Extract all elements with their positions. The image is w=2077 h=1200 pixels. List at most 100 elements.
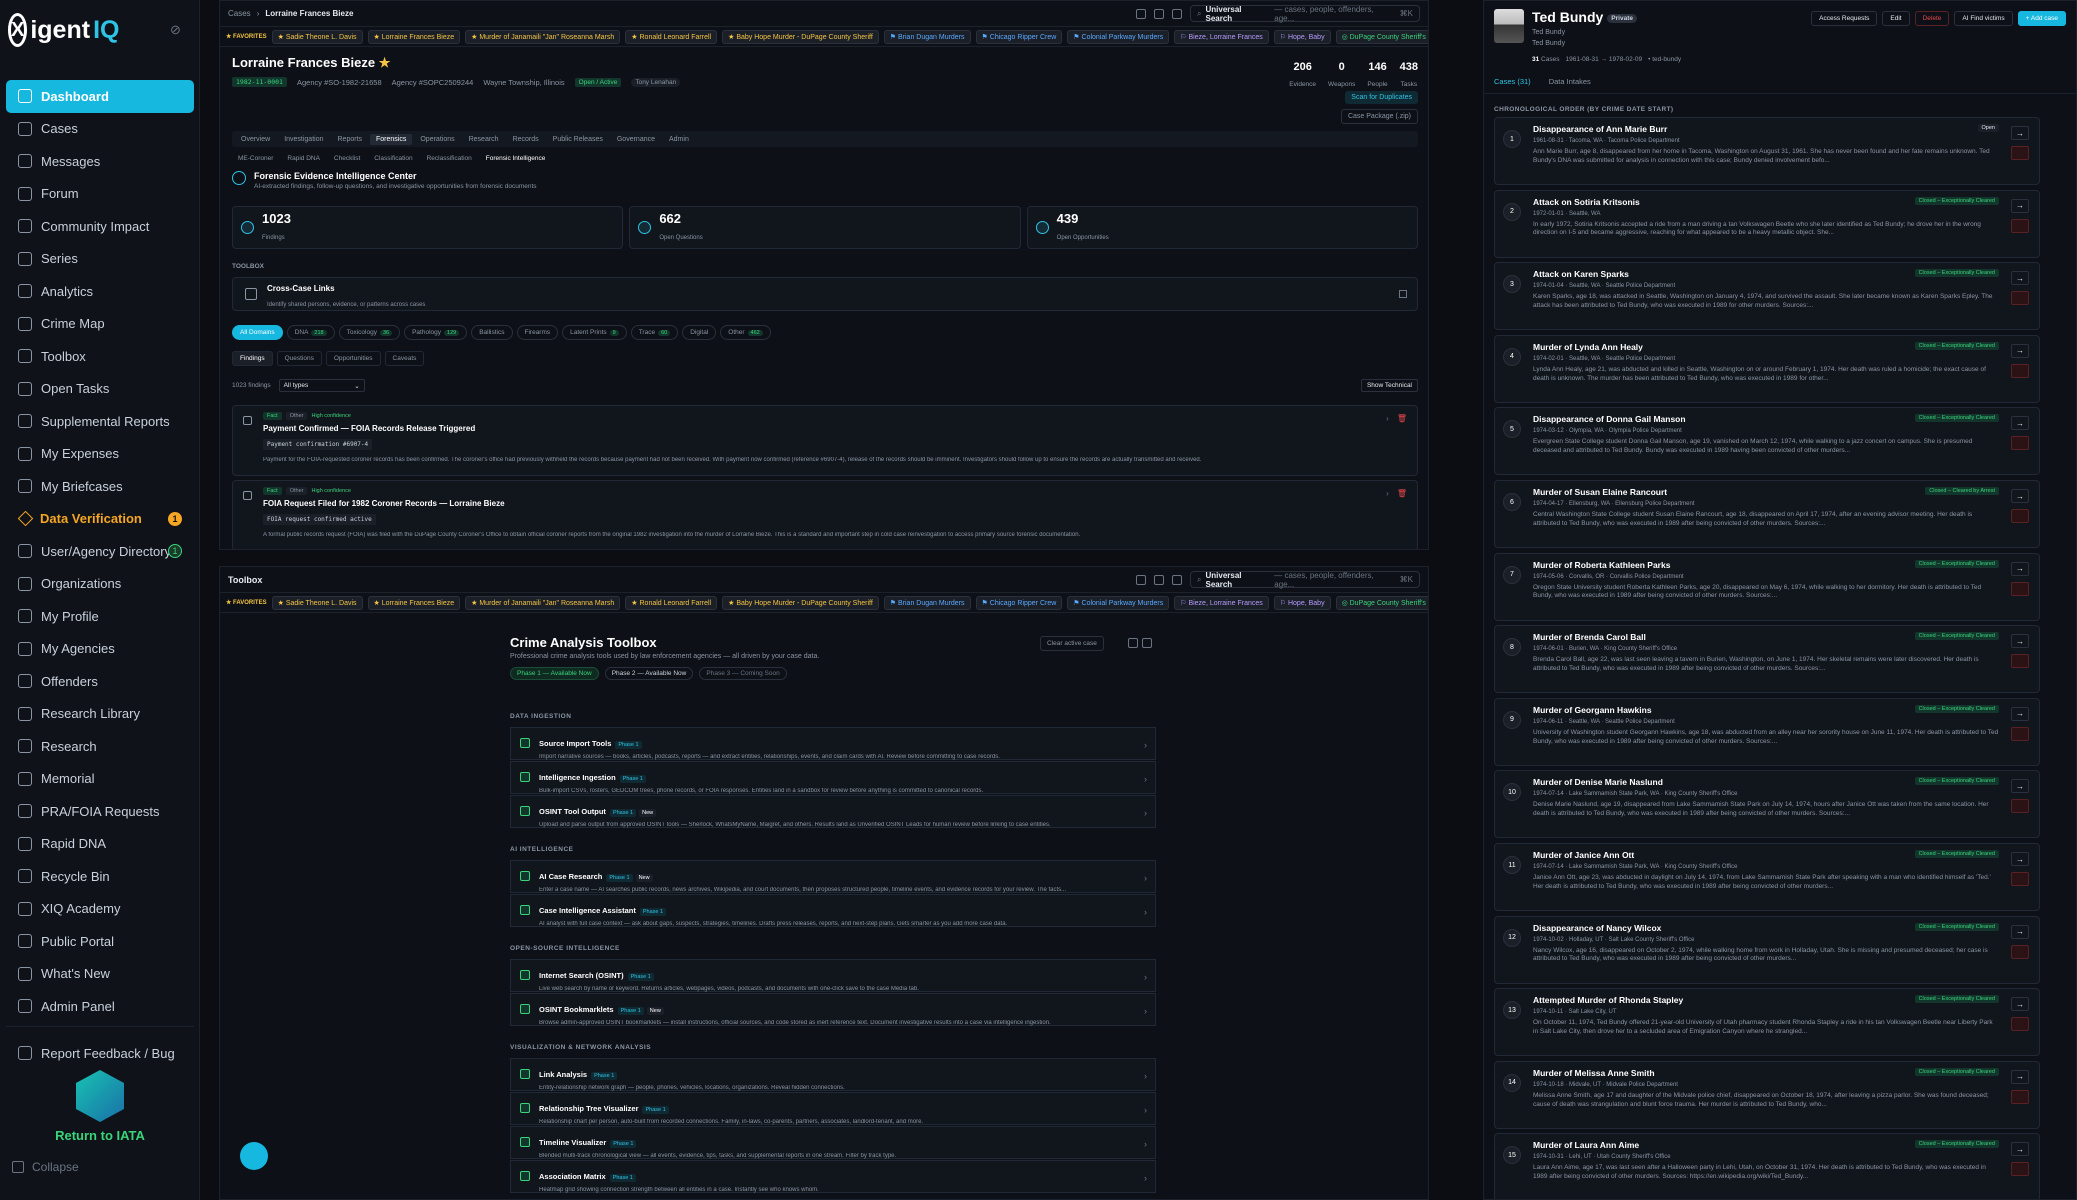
- collapse-button[interactable]: Collapse: [12, 1160, 79, 1174]
- favorite-chip[interactable]: ◎ DuPage County Sheriff's Office: [1335, 595, 1428, 610]
- subtab-me-coroner[interactable]: ME-Coroner: [232, 153, 279, 164]
- sidebar-item-what-s-new[interactable]: What's New: [6, 958, 194, 991]
- sidebar-item-my-agencies[interactable]: My Agencies: [6, 633, 194, 666]
- incident-card[interactable]: 9 Murder of Georgann Hawkins 1974-06-11 · …: [1494, 697, 2040, 766]
- tool-relationship-tree-visualizer[interactable]: Relationship Tree Visualizer Phase 1 Relat…: [510, 1092, 1156, 1125]
- tool-source-import-tools[interactable]: Source Import Tools Phase 1 Import narrati…: [510, 727, 1156, 760]
- favorite-chip[interactable]: ★ Murder of Janamaili "Jan" Roseanna Mar…: [465, 595, 621, 610]
- sidebar-item-my-expenses[interactable]: My Expenses: [6, 438, 194, 471]
- domain-filter-firearms[interactable]: Firearms: [516, 325, 559, 340]
- action-add-case-button[interactable]: + Add case: [2017, 11, 2066, 26]
- sidebar-item-analytics[interactable]: Analytics: [6, 275, 194, 308]
- domain-filter-dna[interactable]: DNA 218: [286, 325, 335, 340]
- phase-filter-1[interactable]: Phase 1 — Available Now: [510, 667, 599, 680]
- breadcrumb-cases[interactable]: Cases: [228, 9, 251, 18]
- domain-filter-all-domains[interactable]: All Domains: [232, 325, 283, 340]
- sidebar-item-toolbox[interactable]: Toolbox: [6, 340, 194, 373]
- incident-card[interactable]: 8 Murder of Brenda Carol Ball 1974-06-01 ·…: [1494, 625, 2040, 694]
- domain-filter-latent-prints[interactable]: Latent Prints 9: [562, 325, 627, 340]
- favorite-chip[interactable]: ⚐ Bieze, Lorraine Frances: [1174, 29, 1269, 44]
- finding-type-caveats[interactable]: Caveats: [384, 351, 425, 366]
- domain-filter-toxicology[interactable]: Toxicology 36: [338, 325, 401, 340]
- return-to-iata-link[interactable]: Return to IATA: [40, 1070, 160, 1143]
- universal-search[interactable]: ⌕ Universal Search — cases, people, offe…: [1190, 571, 1420, 589]
- sidebar-item-user-agency-directory[interactable]: User/Agency Directory 1: [6, 535, 194, 568]
- tool-association-matrix[interactable]: Association Matrix Phase 1 Heatmap grid sh…: [510, 1160, 1156, 1193]
- favorite-chip[interactable]: ★ Lorraine Frances Bieze: [367, 29, 461, 44]
- tab-cases-31[interactable]: Cases (31): [1494, 77, 1531, 86]
- tab-data-intakes[interactable]: Data Intakes: [1549, 77, 1591, 86]
- tab-operations[interactable]: Operations: [414, 134, 460, 145]
- sidebar-item-research-library[interactable]: Research Library: [6, 698, 194, 731]
- open-incident-button[interactable]: →: [2011, 343, 2029, 358]
- chevron-right-icon[interactable]: ›: [1386, 489, 1389, 498]
- incident-card[interactable]: 5 Disappearance of Donna Gail Manson 1974-…: [1494, 407, 2040, 476]
- favorite-chip[interactable]: ◎ DuPage County Sheriff's Office: [1335, 29, 1428, 44]
- finding-card[interactable]: Fact Other High confidence Payment Confirme…: [232, 405, 1418, 476]
- finding-card[interactable]: Fact Other High confidence FOIA Request Fil…: [232, 480, 1418, 549]
- open-incident-button[interactable]: →: [2011, 198, 2029, 213]
- phase-filter-2[interactable]: Phase 2 — Available Now: [604, 667, 694, 680]
- tool-timeline-visualizer[interactable]: Timeline Visualizer Phase 1 Blended multi-…: [510, 1126, 1156, 1159]
- universal-search[interactable]: ⌕ Universal Search — cases, people, offe…: [1190, 5, 1420, 23]
- tool-case-intelligence-assistant[interactable]: Case Intelligence Assistant Phase 1 AI ana…: [510, 894, 1156, 927]
- favorite-chip[interactable]: ★ Baby Hope Murder - DuPage County Sheri…: [722, 29, 879, 44]
- bell-icon[interactable]: [1154, 8, 1164, 19]
- favorite-chip[interactable]: ⚐ Hope, Baby: [1273, 595, 1331, 610]
- assistant-fab-button[interactable]: [240, 1142, 268, 1170]
- favorite-chip[interactable]: ★ Baby Hope Murder - DuPage County Sheri…: [722, 595, 879, 610]
- domain-filter-digital[interactable]: Digital: [682, 325, 717, 340]
- delete-incident-button[interactable]: [2011, 363, 2029, 378]
- incident-card[interactable]: 3 Attack on Karen Sparks 1974-01-04 · Seat…: [1494, 262, 2040, 331]
- sidebar-item-my-briefcases[interactable]: My Briefcases: [6, 470, 194, 503]
- favorite-chip[interactable]: ⚐ Bieze, Lorraine Frances: [1174, 595, 1269, 610]
- incident-card[interactable]: 10 Murder of Denise Marie Naslund 1974-07-…: [1494, 770, 2040, 839]
- trash-icon[interactable]: 🗑: [1397, 414, 1407, 423]
- clear-active-case-button[interactable]: Clear active case: [1040, 636, 1104, 651]
- incident-card[interactable]: 1 Disappearance of Ann Marie Burr 1961-08-…: [1494, 117, 2040, 185]
- open-incident-button[interactable]: →: [2011, 706, 2029, 721]
- sidebar-item-data-verification[interactable]: Data Verification 1: [6, 503, 194, 536]
- sidebar-item-my-profile[interactable]: My Profile: [6, 600, 194, 633]
- grid-view-icon[interactable]: [1128, 638, 1138, 648]
- favorite-chip[interactable]: ⚑ Chicago Ripper Crew: [975, 595, 1063, 610]
- case-owner[interactable]: Tony Lenahan: [631, 77, 681, 87]
- sidebar-item-crime-map[interactable]: Crime Map: [6, 308, 194, 341]
- favorite-chip[interactable]: ⚑ Chicago Ripper Crew: [975, 29, 1063, 44]
- type-select[interactable]: All types ⌄: [278, 379, 365, 392]
- delete-incident-button[interactable]: [2011, 872, 2029, 886]
- incident-card[interactable]: 7 Murder of Roberta Kathleen Parks 1974-05…: [1494, 552, 2040, 621]
- favorite-chip[interactable]: ★ Lorraine Frances Bieze: [367, 595, 461, 610]
- tool-link-analysis[interactable]: Link Analysis Phase 1 Entity-relationship …: [510, 1058, 1156, 1091]
- tab-governance[interactable]: Governance: [611, 134, 661, 145]
- tab-public-releases[interactable]: Public Releases: [547, 134, 609, 145]
- sidebar-item-community-impact[interactable]: Community Impact: [6, 210, 194, 243]
- report-feedback-button[interactable]: Report Feedback / Bug: [6, 1037, 194, 1070]
- delete-incident-button[interactable]: [2011, 1017, 2029, 1032]
- layout-icon[interactable]: [1136, 8, 1146, 19]
- open-incident-button[interactable]: →: [2011, 416, 2029, 431]
- delete-incident-button[interactable]: [2011, 799, 2029, 814]
- favorite-chip[interactable]: ★ Sadie Theone L. Davis: [271, 29, 363, 44]
- tab-research[interactable]: Research: [463, 134, 505, 145]
- incident-card[interactable]: 2 Attack on Sotiria Kritsonis 1972-01-01 ·…: [1494, 189, 2040, 258]
- sidebar-item-dashboard[interactable]: Dashboard: [6, 80, 194, 113]
- tool-internet-search-osint[interactable]: Internet Search (OSINT) Phase 1 Live web s…: [510, 959, 1156, 992]
- subtab-rapid-dna[interactable]: Rapid DNA: [281, 153, 326, 164]
- layout-icon[interactable]: [1136, 574, 1146, 585]
- sidebar-item-pra-foia-requests[interactable]: PRA/FOIA Requests: [6, 795, 194, 828]
- xigentiq-logo[interactable]: X igent IQ: [8, 8, 119, 52]
- phase-filter-3[interactable]: Phase 3 — Coming Soon: [699, 667, 787, 680]
- domain-filter-pathology[interactable]: Pathology 129: [404, 325, 468, 340]
- message-icon[interactable]: [1172, 574, 1182, 585]
- open-incident-button[interactable]: →: [2011, 271, 2029, 286]
- delete-incident-button[interactable]: [2011, 581, 2029, 596]
- incident-card[interactable]: 11 Murder of Janice Ann Ott 1974-07-14 · L…: [1494, 843, 2040, 911]
- finding-type-findings[interactable]: Findings: [232, 351, 273, 366]
- domain-filter-other[interactable]: Other 462: [720, 325, 771, 340]
- open-incident-button[interactable]: →: [2011, 634, 2029, 649]
- delete-incident-button[interactable]: [2011, 726, 2029, 741]
- favorite-chip[interactable]: ⚑ Colonial Parkway Murders: [1067, 29, 1170, 44]
- open-incident-button[interactable]: →: [2011, 1142, 2029, 1157]
- delete-incident-button[interactable]: [2011, 654, 2029, 669]
